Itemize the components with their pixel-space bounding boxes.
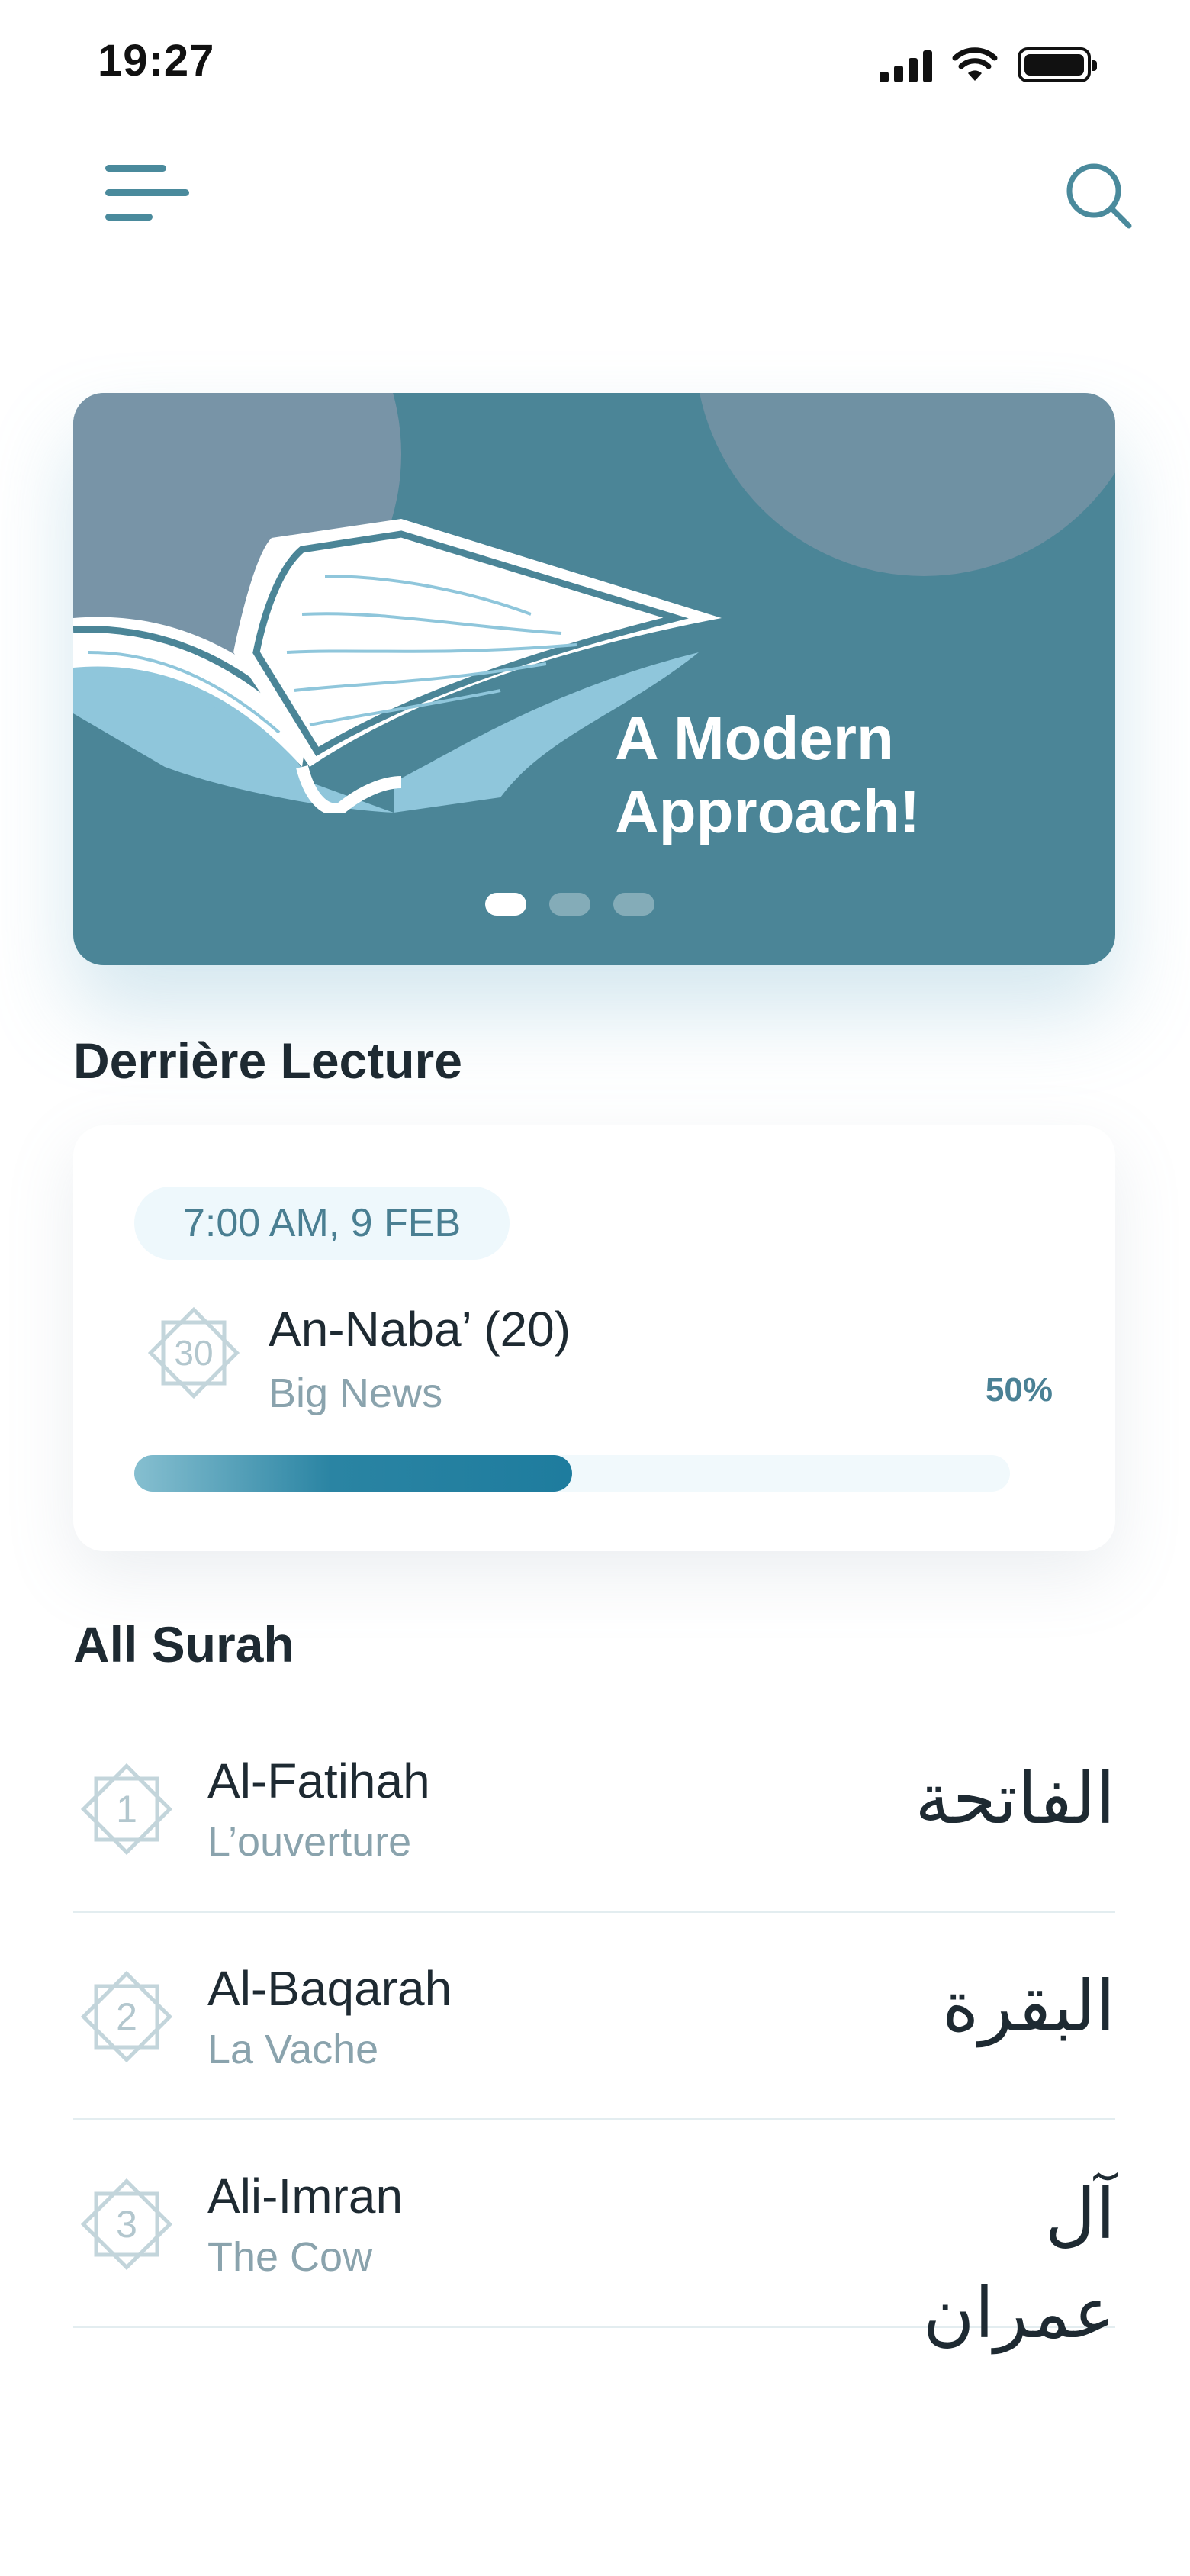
last-reading-surah-name: An-Naba’ (20) bbox=[269, 1302, 571, 1357]
last-reading-surah-translation: Big News bbox=[269, 1370, 443, 1416]
wifi-icon bbox=[952, 47, 998, 81]
star-badge-icon: 1 bbox=[73, 1756, 180, 1863]
surah-translation: La Vache bbox=[207, 2027, 379, 2072]
carousel-dot-3[interactable] bbox=[613, 893, 654, 916]
last-reading-timestamp: 7:00 AM, 9 FEB bbox=[134, 1187, 510, 1260]
surah-number: 2 bbox=[116, 1995, 137, 2038]
list-item[interactable]: 3 Ali-Imran The Cow آل عمران bbox=[73, 2120, 1115, 2354]
surah-arabic-name: الفاتحة bbox=[915, 1758, 1115, 1840]
reading-progress-fill bbox=[134, 1455, 572, 1492]
battery-icon bbox=[1018, 47, 1097, 82]
surah-list: 1 Al-Fatihah L’ouverture الفاتحة 2 Al-Ba… bbox=[73, 1705, 1115, 2354]
surah-name: Ali-Imran bbox=[207, 2169, 404, 2223]
menu-button[interactable] bbox=[99, 159, 189, 227]
status-icons bbox=[880, 43, 1097, 82]
reading-progress-bar bbox=[134, 1455, 1010, 1492]
surah-translation: L’ouverture bbox=[207, 1819, 412, 1865]
surah-name: Al-Baqarah bbox=[207, 1961, 452, 2016]
menu-icon bbox=[105, 165, 166, 172]
star-badge-icon: 2 bbox=[73, 1963, 180, 2070]
star-badge-icon: 3 bbox=[73, 2171, 180, 2278]
carousel-dot-1[interactable] bbox=[485, 893, 526, 916]
last-reading-number: 30 bbox=[174, 1333, 214, 1373]
last-reading-progress-label: 50% bbox=[985, 1371, 1053, 1409]
last-reading-title: Derrière Lecture bbox=[73, 1032, 462, 1089]
last-reading-card[interactable]: 7:00 AM, 9 FEB 30 An-Naba’ (20) Big News… bbox=[73, 1125, 1115, 1551]
surah-number: 1 bbox=[116, 1788, 137, 1831]
surah-number: 3 bbox=[116, 2203, 137, 2246]
status-time: 19:27 bbox=[98, 36, 215, 85]
search-icon bbox=[1066, 163, 1132, 229]
hero-banner[interactable]: A Modern Approach! bbox=[73, 393, 1115, 965]
surah-arabic-name: البقرة bbox=[942, 1966, 1115, 2047]
carousel-dot-2[interactable] bbox=[549, 893, 590, 916]
search-button[interactable] bbox=[1062, 159, 1135, 232]
surah-translation: The Cow bbox=[207, 2234, 373, 2280]
signal-icon bbox=[880, 49, 932, 82]
banner-title: A Modern Approach! bbox=[615, 704, 920, 845]
star-badge-icon: 30 bbox=[140, 1299, 247, 1406]
list-item[interactable]: 1 Al-Fatihah L’ouverture الفاتحة bbox=[73, 1705, 1115, 1913]
surah-arabic-name: آل عمران bbox=[923, 2173, 1115, 2354]
all-surah-title: All Surah bbox=[73, 1616, 294, 1673]
surah-name: Al-Fatihah bbox=[207, 1753, 430, 1808]
list-item[interactable]: 2 Al-Baqarah La Vache البقرة bbox=[73, 1913, 1115, 2120]
carousel-indicator bbox=[485, 893, 654, 916]
status-bar: 19:27 bbox=[0, 0, 1190, 122]
